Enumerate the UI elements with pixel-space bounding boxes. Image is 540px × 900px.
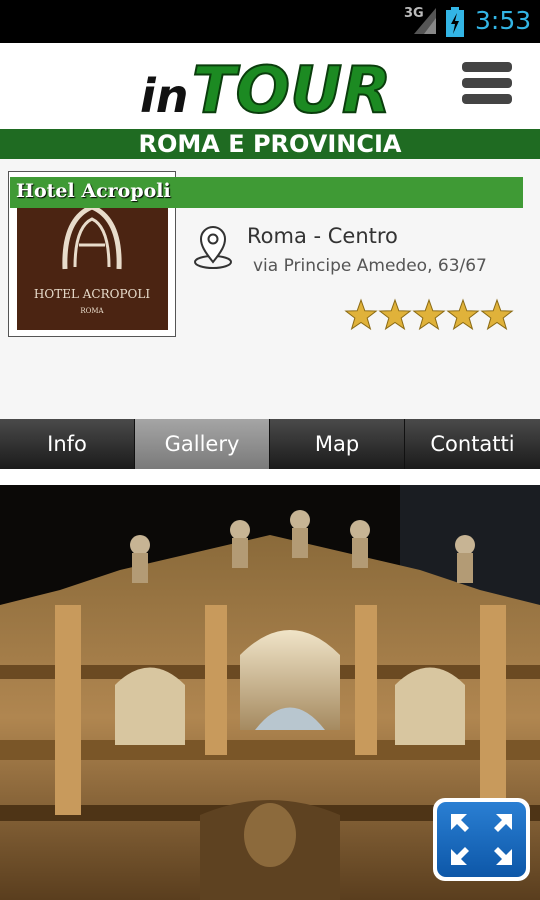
star-icon (446, 298, 480, 331)
app-header: in TOUR (0, 43, 540, 129)
hotel-logo-subtext: ROMA (80, 307, 104, 315)
logo-prefix: in (140, 69, 189, 123)
status-bar: 3G 3:53 (0, 0, 540, 43)
region-title: ROMA E PROVINCIA (138, 130, 402, 158)
star-icon (412, 298, 446, 331)
expand-icon (451, 814, 512, 865)
logo-main: TOUR (192, 54, 391, 127)
spacer (0, 469, 540, 485)
hotel-logo-image: HOTEL ACROPOLI ROMA (17, 197, 168, 330)
hotel-city: Roma - Centro (247, 224, 398, 248)
region-banner: ROMA E PROVINCIA (0, 129, 540, 159)
clock: 3:53 (475, 6, 532, 35)
hotel-emblem: HOTEL ACROPOLI ROMA (34, 204, 150, 315)
signal-icon (414, 8, 436, 34)
tab-gallery[interactable]: Gallery (135, 419, 270, 469)
star-rating (344, 298, 514, 331)
hotel-name-bar: Hotel Acropoli (10, 177, 523, 208)
fullscreen-button[interactable] (433, 798, 530, 881)
tab-bar: Info Gallery Map Contatti (0, 419, 540, 469)
star-icon (344, 298, 378, 331)
star-icon (378, 298, 412, 331)
intour-logo[interactable]: in TOUR (140, 49, 400, 127)
battery-icon (446, 7, 464, 37)
star-icon (480, 298, 514, 331)
hotel-address: via Principe Amedeo, 63/67 (253, 256, 487, 276)
hotel-name: Hotel Acropoli (16, 180, 171, 202)
tab-info[interactable]: Info (0, 419, 135, 469)
location-pin-icon[interactable] (192, 225, 234, 269)
menu-icon[interactable] (462, 62, 512, 108)
tab-contatti[interactable]: Contatti (405, 419, 540, 469)
hotel-logo-text: HOTEL ACROPOLI (34, 287, 150, 301)
tab-map[interactable]: Map (270, 419, 405, 469)
